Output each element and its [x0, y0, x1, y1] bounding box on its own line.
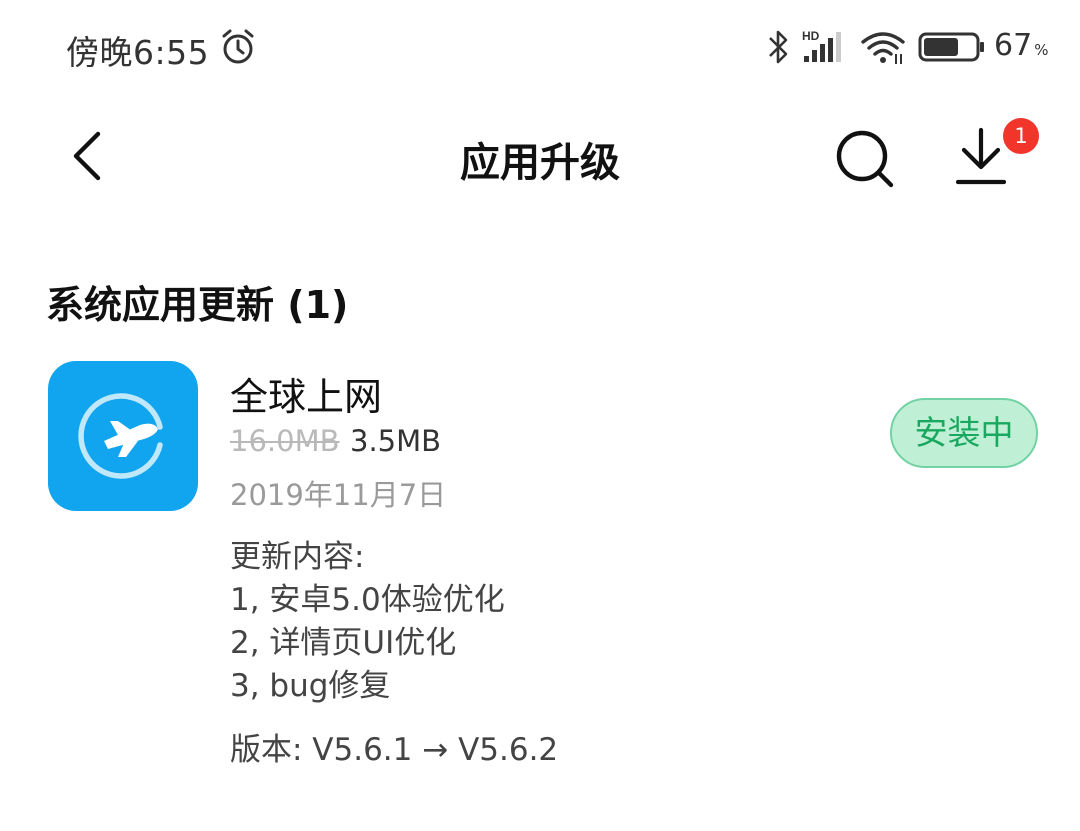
- download-icon[interactable]: [952, 126, 1010, 188]
- status-time: 傍晚6:55: [66, 33, 210, 72]
- page-title: 应用升级: [460, 140, 620, 186]
- old-size: 16.0MB: [230, 424, 340, 458]
- plane-icon: [78, 393, 163, 479]
- battery-percent-unit: %: [1034, 41, 1049, 59]
- section-title: 系统应用更新 (1): [46, 283, 349, 327]
- update-date: 2019年11月7日: [230, 478, 447, 512]
- battery-percent: 67%: [994, 28, 1048, 63]
- battery-icon: [918, 32, 984, 62]
- release-notes-title: 更新内容:: [230, 539, 365, 575]
- release-note-item: 2, 详情页UI优化: [230, 625, 457, 661]
- version-info: 版本: V5.6.1 → V5.6.2: [230, 732, 559, 768]
- app-icon[interactable]: [48, 361, 198, 511]
- alarm-icon: [222, 29, 254, 64]
- release-note-item: 1, 安卓5.0体验优化: [230, 582, 505, 618]
- release-note-item: 3, bug修复: [230, 668, 391, 704]
- release-notes: 更新内容: 1, 安卓5.0体验优化 2, 详情页UI优化 3, bug修复: [230, 536, 505, 708]
- signal-icon: HD: [800, 28, 846, 64]
- new-size: 3.5MB: [350, 424, 442, 458]
- network-type-label: HD: [802, 29, 820, 43]
- app-name: 全球上网: [230, 375, 383, 419]
- download-badge: 1: [1003, 118, 1039, 154]
- search-icon[interactable]: [834, 128, 896, 188]
- battery-percent-value: 67: [994, 28, 1033, 63]
- wifi-icon: [861, 32, 905, 64]
- install-button[interactable]: 安装中: [890, 398, 1038, 468]
- bluetooth-icon: [769, 30, 788, 64]
- status-bar: 傍晚6:55 HD 67%: [0, 0, 1080, 96]
